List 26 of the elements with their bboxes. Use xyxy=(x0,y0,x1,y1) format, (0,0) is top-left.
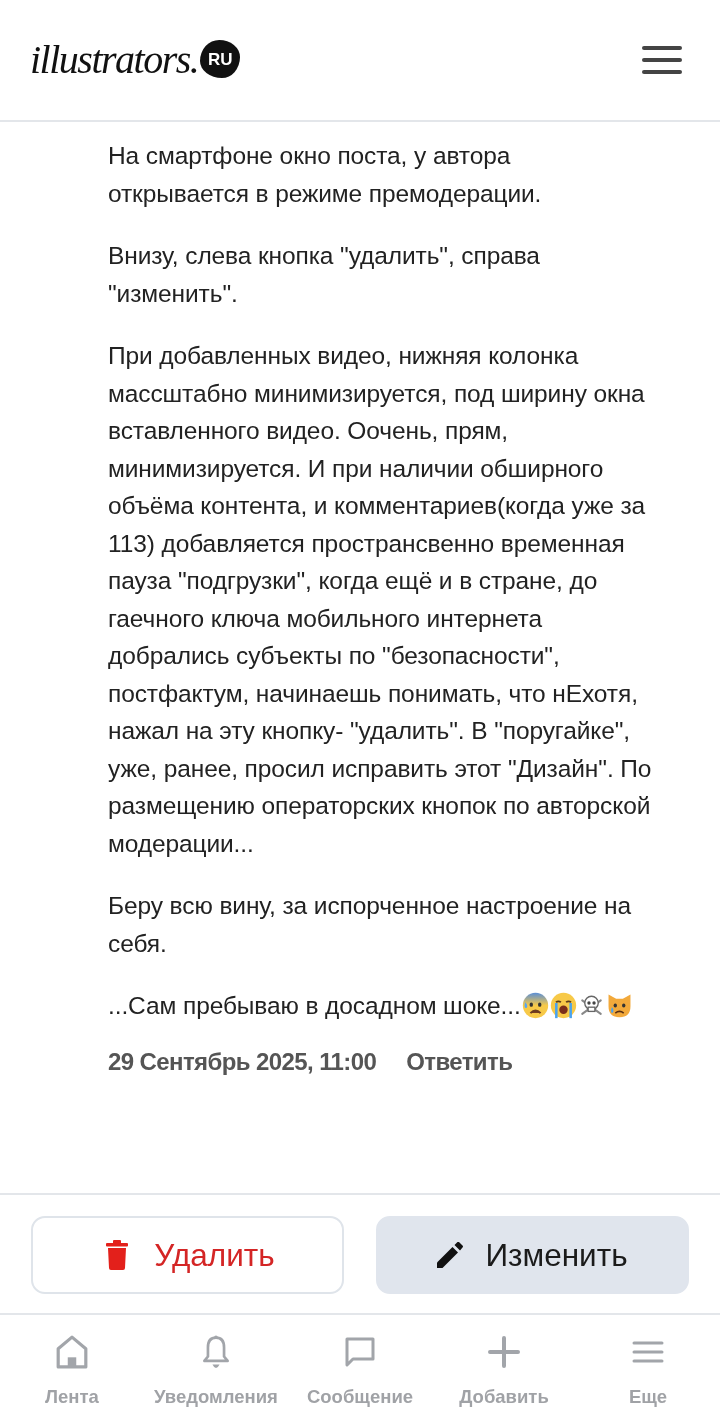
post-paragraph: ...Сам пребываю в досадном шоке... xyxy=(108,992,521,1019)
trash-icon xyxy=(106,1240,129,1270)
post-paragraph: Внизу, слева кнопка "удалить", справа "изменить". xyxy=(108,241,541,309)
post-paragraph: Беру всю вину, за испорченное настроение на себя. xyxy=(108,891,633,959)
nav-tab[interactable]: Еще xyxy=(576,1315,720,1419)
anxious-face-emoji-icon xyxy=(521,992,549,1019)
home-icon xyxy=(56,1335,88,1369)
logo-wordmark[interactable]: illustrators. xyxy=(30,40,199,80)
menu-button[interactable] xyxy=(642,46,682,74)
bell-icon xyxy=(200,1335,232,1369)
logo-ink-blot: RU xyxy=(200,40,241,78)
nav-tab[interactable]: Сообщение xyxy=(288,1315,432,1419)
plus-icon xyxy=(488,1335,520,1369)
nav-tab[interactable]: Лента xyxy=(0,1315,144,1419)
post-paragraph: При добавленных видео, нижняя колонка массштабно минимизируется, под ширину окна вставленного видео. Оочень, прям, минимизируется. И при наличии обширного объёма контента, и комментариев(когда уже за 113) добавляется пространсвенно временная пауза "подгрузки", когда ещё и в стране, до гаечного ключа мобильного интернета добрались субъекты по "безопасности", постфактум, начинаешь понимать, что нЕхотя, нажал на эту кнопку- "удалить". В "поругайке", уже, ранее, просил исправить этот "Дизайн". По размещению операторских кнопок по авторской модерации... xyxy=(108,341,653,859)
edit-button[interactable]: Изменить xyxy=(376,1216,689,1294)
reply-link[interactable]: Ответить xyxy=(406,1042,513,1080)
delete-button[interactable]: Удалить xyxy=(31,1216,344,1294)
chat-icon xyxy=(344,1335,376,1369)
post-paragraph: На смартфоне окно поста, у автора открывается в режиме премодерации. xyxy=(108,141,543,209)
post-date: 29 Сентябрь 2025, 11:00 xyxy=(108,1046,377,1077)
nav-tab[interactable]: Добавить xyxy=(432,1315,576,1419)
menu-icon xyxy=(642,46,682,74)
crying-face-emoji-icon xyxy=(549,992,577,1019)
nav-tab[interactable]: Уведомления xyxy=(144,1315,288,1419)
pencil-icon xyxy=(437,1242,464,1268)
